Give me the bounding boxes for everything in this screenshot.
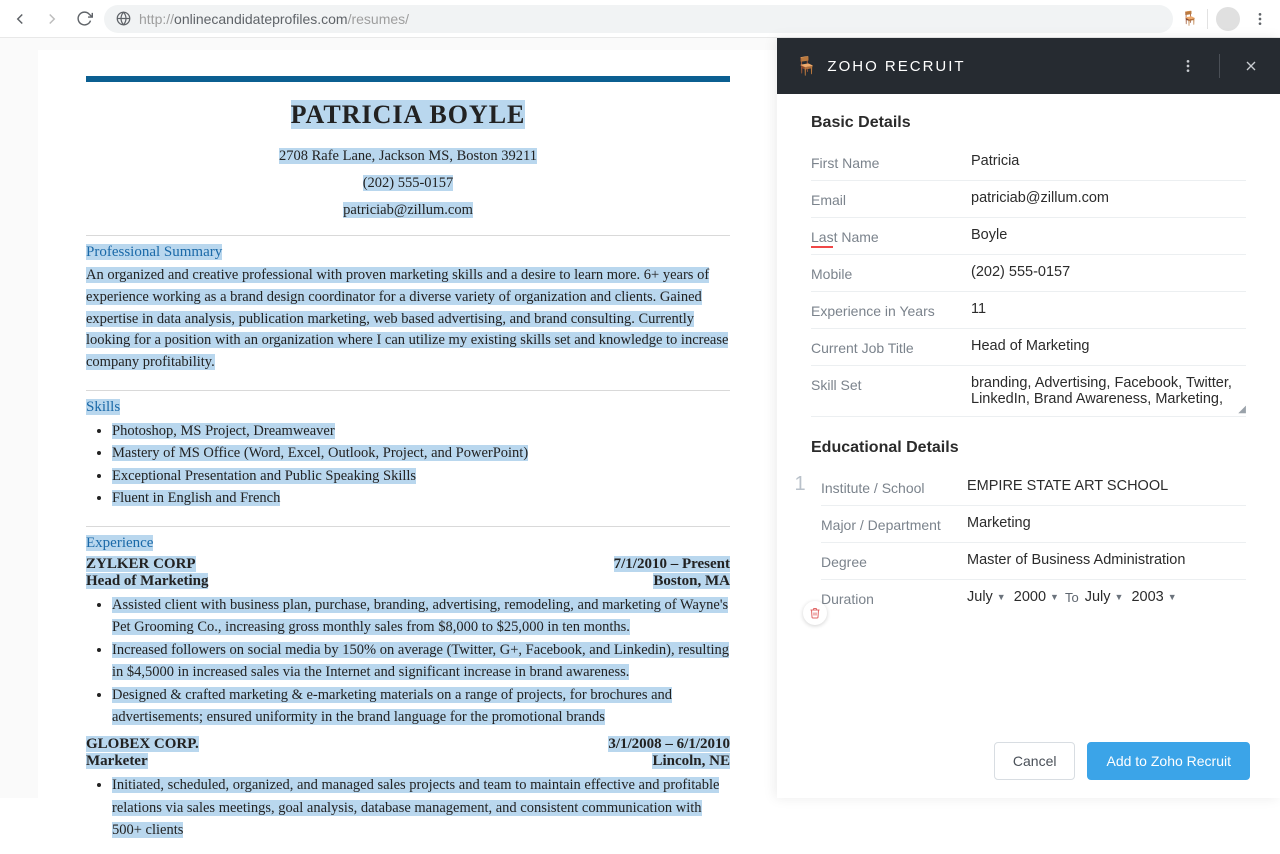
duration-label: Duration bbox=[821, 589, 967, 607]
chevron-down-icon: ▼ bbox=[1168, 592, 1177, 602]
delete-education-button[interactable] bbox=[803, 601, 827, 625]
mobile-input[interactable] bbox=[971, 264, 1246, 280]
url-text: http://onlinecandidateprofiles.com/resum… bbox=[139, 11, 409, 27]
panel-title: ZOHO RECRUIT bbox=[827, 58, 965, 75]
major-label: Major / Department bbox=[821, 515, 967, 533]
summary-heading: Professional Summary bbox=[86, 244, 730, 261]
resume-name: PATRICIA BOYLE bbox=[86, 100, 730, 130]
extension-icon[interactable]: 🪑 bbox=[1181, 10, 1199, 28]
close-button[interactable] bbox=[1240, 55, 1262, 77]
browser-toolbar: http://onlinecandidateprofiles.com/resum… bbox=[0, 0, 1280, 38]
resume-contact: 2708 Rafe Lane, Jackson MS, Boston 39211… bbox=[86, 148, 730, 219]
forward-button[interactable] bbox=[40, 7, 64, 31]
experience-heading: Experience bbox=[86, 535, 730, 552]
zoho-logo-icon: 🪑 bbox=[795, 56, 817, 77]
education-index: 1 bbox=[791, 469, 809, 616]
education-heading: Educational Details bbox=[811, 439, 1246, 457]
job-row: GLOBEX CORP. 3/1/2008 – 6/1/2010 bbox=[86, 736, 730, 753]
job-title-input[interactable] bbox=[971, 338, 1246, 354]
page-content: PATRICIA BOYLE 2708 Rafe Lane, Jackson M… bbox=[0, 38, 1280, 798]
chevron-down-icon: ▼ bbox=[1050, 592, 1059, 602]
panel-body: Basic Details First Name Email Last Name… bbox=[777, 94, 1280, 728]
zoho-recruit-panel: 🪑 ZOHO RECRUIT Basic Details First Name … bbox=[777, 38, 1280, 798]
from-month-select[interactable]: July▼ bbox=[967, 589, 1006, 605]
panel-footer: Cancel Add to Zoho Recruit bbox=[777, 728, 1280, 798]
first-name-label: First Name bbox=[811, 153, 971, 171]
skillset-input[interactable]: branding, Advertising, Facebook, Twitter… bbox=[971, 375, 1246, 407]
from-year-select[interactable]: 2000▼ bbox=[1014, 589, 1059, 605]
panel-menu-button[interactable] bbox=[1177, 55, 1199, 77]
globe-icon bbox=[116, 11, 131, 26]
browser-menu-button[interactable] bbox=[1248, 7, 1272, 31]
institute-input[interactable] bbox=[967, 478, 1246, 494]
to-label: To bbox=[1065, 590, 1079, 605]
add-to-zoho-button[interactable]: Add to Zoho Recruit bbox=[1087, 742, 1250, 780]
institute-label: Institute / School bbox=[821, 478, 967, 496]
skills-list: Photoshop, MS Project, Dreamweaver Maste… bbox=[86, 420, 730, 510]
trash-icon bbox=[809, 607, 821, 619]
degree-label: Degree bbox=[821, 552, 967, 570]
chevron-down-icon: ▼ bbox=[1115, 592, 1124, 602]
experience-label: Experience in Years bbox=[811, 301, 971, 319]
resize-handle-icon[interactable]: ◢ bbox=[1238, 405, 1246, 415]
skills-heading: Skills bbox=[86, 399, 730, 416]
resume-document: PATRICIA BOYLE 2708 Rafe Lane, Jackson M… bbox=[38, 50, 778, 854]
education-entry: 1 Institute / School Major / Department … bbox=[811, 469, 1246, 616]
last-name-label: Last Name bbox=[811, 227, 971, 245]
reload-button[interactable] bbox=[72, 7, 96, 31]
degree-input[interactable] bbox=[967, 552, 1246, 568]
back-button[interactable] bbox=[8, 7, 32, 31]
job-bullets: Initiated, scheduled, organized, and man… bbox=[86, 774, 730, 841]
email-label: Email bbox=[811, 190, 971, 208]
job-subrow: Head of Marketing Boston, MA bbox=[86, 573, 730, 590]
first-name-input[interactable] bbox=[971, 153, 1246, 169]
skillset-label: Skill Set bbox=[811, 375, 971, 393]
last-name-input[interactable] bbox=[971, 227, 1246, 243]
job-bullets: Assisted client with business plan, purc… bbox=[86, 594, 730, 729]
address-bar[interactable]: http://onlinecandidateprofiles.com/resum… bbox=[104, 5, 1173, 33]
job-title-label: Current Job Title bbox=[811, 338, 971, 356]
experience-input[interactable] bbox=[971, 301, 1246, 317]
cancel-button[interactable]: Cancel bbox=[994, 742, 1076, 780]
mobile-label: Mobile bbox=[811, 264, 971, 282]
chevron-down-icon: ▼ bbox=[997, 592, 1006, 602]
basic-details-heading: Basic Details bbox=[811, 114, 1246, 132]
job-row: ZYLKER CORP 7/1/2010 – Present bbox=[86, 556, 730, 573]
summary-body: An organized and creative professional w… bbox=[86, 265, 730, 374]
resume-header-bar bbox=[86, 76, 730, 82]
to-year-select[interactable]: 2003▼ bbox=[1131, 589, 1176, 605]
to-month-select[interactable]: July▼ bbox=[1085, 589, 1124, 605]
profile-avatar[interactable] bbox=[1216, 7, 1240, 31]
major-input[interactable] bbox=[967, 515, 1246, 531]
panel-header: 🪑 ZOHO RECRUIT bbox=[777, 38, 1280, 94]
email-input[interactable] bbox=[971, 190, 1246, 206]
job-subrow: Marketer Lincoln, NE bbox=[86, 753, 730, 770]
